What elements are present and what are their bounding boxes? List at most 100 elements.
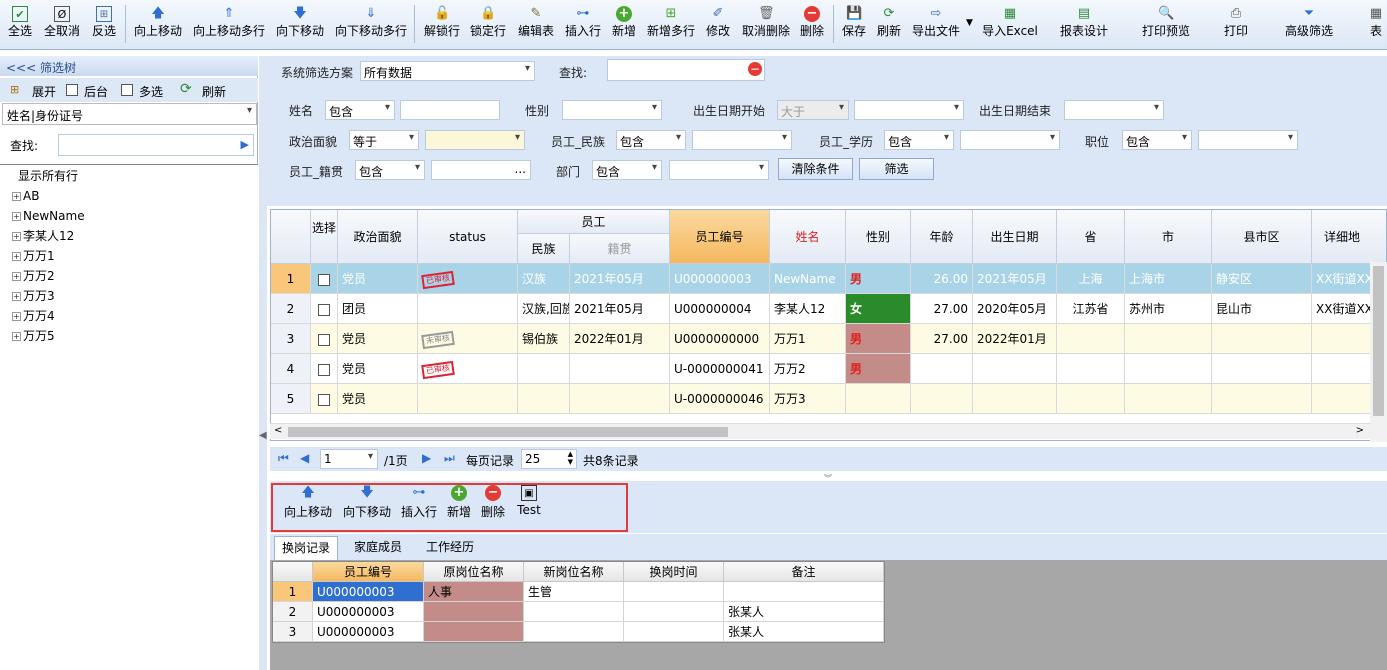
cell-county[interactable] [1212,324,1312,354]
row-checkbox[interactable] [311,384,338,414]
native-ellipsis-button[interactable]: ... [515,162,526,176]
export-file-button[interactable]: ⇨ 导出文件 [910,2,962,46]
edu-value-select[interactable] [960,130,1060,150]
tab-family-members[interactable]: 家庭成员 [344,536,412,560]
cell-birth[interactable]: 2022年01月 [973,324,1057,354]
tree-item[interactable]: + 万万5 [12,326,55,346]
cell-political[interactable]: 党员 [338,384,418,414]
cell-emp-no[interactable]: U0000000000 [670,324,770,354]
detail-header-new-position[interactable]: 新岗位名称 [524,562,624,582]
background-checkbox[interactable] [66,84,78,96]
undo-delete-button[interactable]: 🗑 取消删除 [740,2,792,46]
dept-operator-select[interactable]: 包含 [592,160,662,180]
cell-city[interactable] [1125,324,1212,354]
edu-operator-select[interactable]: 包含 [884,130,954,150]
tree-item[interactable]: + 李某人12 [12,226,74,246]
row-checkbox[interactable] [311,294,338,324]
header-gender[interactable]: 性别 [846,210,911,264]
birth-start-input[interactable] [854,100,964,120]
cell-status[interactable]: 已审核 [418,264,518,294]
filter-button[interactable]: 筛选 [859,158,934,180]
cell-county[interactable]: 静安区 [1212,264,1312,294]
cell-name[interactable]: 万万1 [770,324,846,354]
expand-plus-icon[interactable]: + [12,272,21,281]
cell-emp-no[interactable]: U-0000000046 [670,384,770,414]
print-preview-button[interactable]: 🔍 打印预览 [1140,2,1192,46]
header-status[interactable]: status [418,210,518,264]
save-button[interactable]: 💾 保存 [840,2,868,46]
cell-province[interactable]: 上海 [1057,264,1125,294]
horizontal-scrollbar[interactable]: < > [270,423,1370,439]
native-operator-select[interactable]: 包含 [355,160,425,180]
next-page-icon[interactable]: ▶ [422,451,431,465]
detail-cell-old-position[interactable] [424,602,524,622]
tree-item[interactable]: + 万万3 [12,286,55,306]
clear-conditions-button[interactable]: 清除条件 [778,158,853,180]
cell-province[interactable] [1057,384,1125,414]
expand-plus-icon[interactable]: + [12,312,21,321]
row-checkbox[interactable] [311,324,338,354]
move-down-multi-button[interactable]: ⇓ 向下移动多行 [334,2,408,46]
print-button[interactable]: ⎙ 打印 [1222,2,1250,46]
scroll-right-icon[interactable]: > [1356,425,1364,436]
detail-cell-note[interactable] [724,582,884,602]
import-excel-button[interactable]: ▦ 导入Excel [980,2,1040,46]
cell-native[interactable] [570,354,670,384]
last-page-icon[interactable]: ⏭ [444,451,455,466]
multi-select-checkbox[interactable] [121,84,133,96]
detail-header-old-position[interactable]: 原岗位名称 [424,562,524,582]
detail-header-note[interactable]: 备注 [724,562,884,582]
cell-status[interactable] [418,294,518,324]
cell-birth[interactable]: 2021年05月 [973,264,1057,294]
header-address[interactable]: 详细地 [1312,210,1386,264]
cell-county[interactable] [1212,384,1312,414]
vertical-scroll-thumb[interactable] [1373,266,1384,416]
delete-button[interactable]: − 删除 [798,2,826,46]
row-checkbox[interactable] [311,354,338,384]
detail-cell-note[interactable]: 张某人 [724,602,884,622]
cell-status[interactable]: 未审核 [418,324,518,354]
expand-plus-icon[interactable]: + [12,252,21,261]
edit-table-button[interactable]: ✎ 编辑表 [515,2,557,46]
cell-ethnic[interactable]: 汉族 [518,264,570,294]
cell-age[interactable]: 26.00 [911,264,973,294]
cell-city[interactable] [1125,384,1212,414]
row-number[interactable]: 1 [271,264,311,294]
tree-item[interactable]: + NewName [12,206,85,226]
gender-select[interactable] [562,100,662,120]
scheme-select[interactable]: 所有数据 [360,61,535,81]
detail-cell-transfer-time[interactable] [624,582,724,602]
political-value-select[interactable] [425,130,525,150]
cell-age[interactable] [911,354,973,384]
insert-row-button[interactable]: ⊶ 插入行 [563,2,603,46]
detail-row-number[interactable]: 3 [273,622,313,642]
spinner-icon[interactable]: ▲ ▼ [568,450,573,466]
cell-city[interactable]: 苏州市 [1125,294,1212,324]
cell-birth[interactable]: 2020年05月 [973,294,1057,324]
political-operator-select[interactable]: 等于 [349,130,419,150]
row-select-checkbox[interactable] [318,273,330,286]
tree-item-show-all[interactable]: 显示所有行 [18,166,78,186]
detail-cell-new-position[interactable]: 生管 [524,582,624,602]
cell-city[interactable] [1125,354,1212,384]
tree-item[interactable]: + 万万1 [12,246,55,266]
cell-age[interactable] [911,384,973,414]
move-up-button[interactable]: 🡅 向上移动 [132,2,184,46]
expand-plus-icon[interactable]: + [12,292,21,301]
collapse-left-icon[interactable]: ◀ [259,430,267,441]
tree-item[interactable]: + 万万2 [12,266,55,286]
unlock-row-button[interactable]: 🔓 解锁行 [422,2,462,46]
position-operator-select[interactable]: 包含 [1122,130,1192,150]
ethnic-operator-select[interactable]: 包含 [616,130,686,150]
panel-splitter[interactable]: ◀ [259,56,267,670]
filter-tree-header[interactable]: <<< 筛选树 [0,56,258,76]
export-dropdown-arrow[interactable]: ▼ [966,18,973,28]
name-input[interactable] [400,100,500,120]
detail-cell-emp-no[interactable]: U000000003 [313,602,424,622]
cell-status[interactable]: 已审核 [418,354,518,384]
dept-value-select[interactable] [669,160,769,180]
expand-plus-icon[interactable]: + [12,332,21,341]
lock-row-button[interactable]: 🔒 锁定行 [468,2,508,46]
tab-transfer-records[interactable]: 换岗记录 [274,536,338,560]
cell-native[interactable]: 2021年05月 [570,264,670,294]
